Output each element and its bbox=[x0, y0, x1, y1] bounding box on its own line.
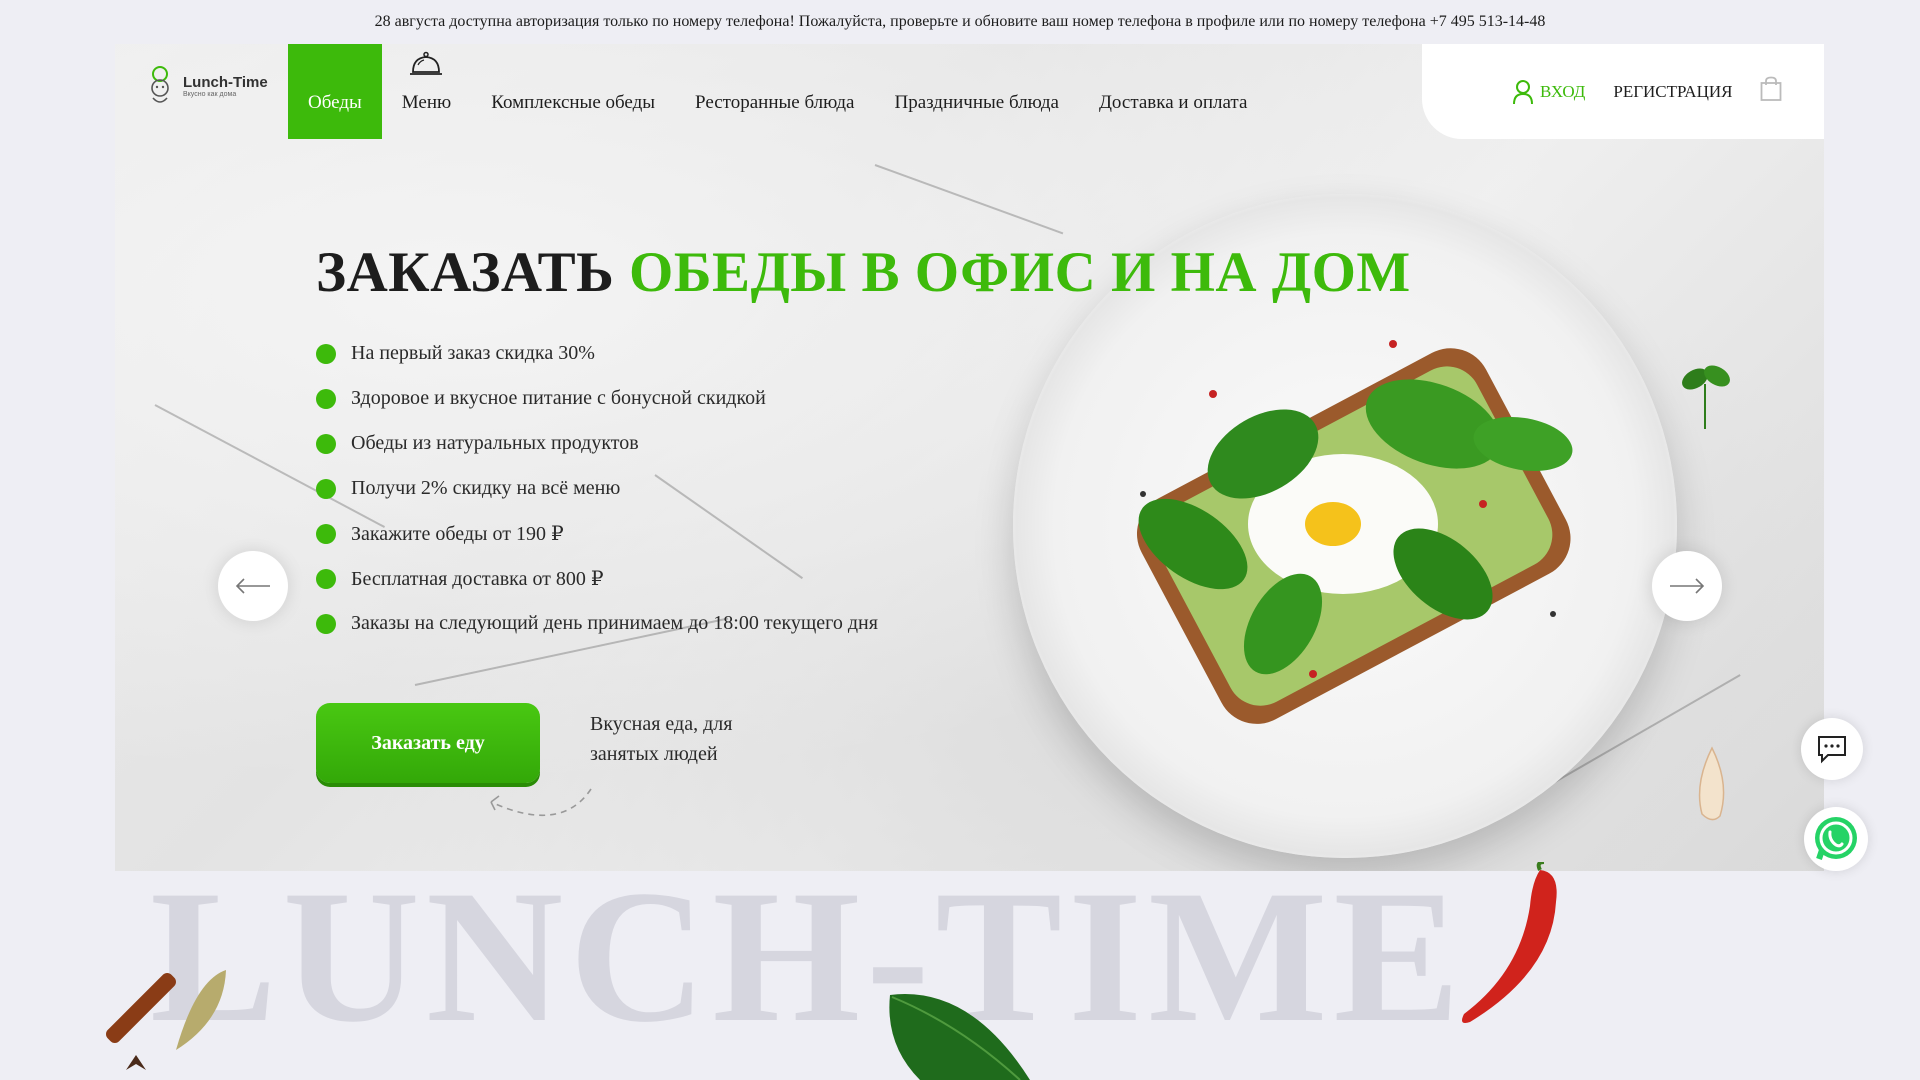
hero-section: Lunch-Time Вкусно как дома Обеды Меню Ко… bbox=[115, 44, 1824, 871]
cloche-icon bbox=[410, 51, 443, 75]
nav-item-menu[interactable]: Меню bbox=[382, 44, 471, 139]
garlic-icon bbox=[1698, 746, 1725, 821]
feature-text: Заказы на следующий день принимаем до 18… bbox=[351, 612, 878, 634]
login-link[interactable]: ВХОД bbox=[1512, 79, 1585, 105]
nav-item-holiday-dishes[interactable]: Праздничные блюда bbox=[874, 44, 1079, 139]
register-link[interactable]: РЕГИСТРАЦИЯ bbox=[1613, 82, 1732, 102]
feature-text: На первый заказ скидка 30% bbox=[351, 342, 595, 364]
feature-text: Закажите обеды от 190 ₽ bbox=[351, 523, 564, 545]
nav-label: Ресторанные блюда bbox=[695, 91, 855, 113]
hero-headline: ЗАКАЗАТЬ ОБЕДЫ В ОФИС И НА ДОМ bbox=[316, 240, 1411, 305]
chef-logo-icon bbox=[151, 66, 169, 103]
cinnamon-spices-icon bbox=[106, 970, 226, 1070]
order-food-button[interactable]: Заказать еду bbox=[316, 703, 540, 783]
nav-label: Меню bbox=[401, 91, 452, 113]
feature-list: На первый заказ скидка 30% Здоровое и вк… bbox=[316, 331, 878, 646]
chat-button[interactable] bbox=[1801, 718, 1863, 780]
chat-bubble-icon bbox=[1818, 736, 1846, 764]
bullet-dot-icon bbox=[316, 523, 336, 544]
feature-item: Получи 2% скидку на всё меню bbox=[316, 466, 878, 511]
nav-item-lunches[interactable]: Обеды bbox=[288, 44, 382, 139]
chili-pepper-icon bbox=[1462, 862, 1557, 1023]
logo-title: Lunch-Time bbox=[183, 74, 268, 91]
auth-panel: ВХОД РЕГИСТРАЦИЯ bbox=[1422, 44, 1824, 139]
feature-text: Получи 2% скидку на всё меню bbox=[351, 477, 621, 499]
bullet-dot-icon bbox=[316, 388, 336, 409]
curved-arrow-icon bbox=[490, 788, 592, 816]
arrow-left-icon bbox=[235, 578, 270, 594]
feature-text: Бесплатная доставка от 800 ₽ bbox=[351, 568, 604, 590]
feature-item: На первый заказ скидка 30% bbox=[316, 331, 878, 376]
feature-item: Обеды из натуральных продуктов bbox=[316, 421, 878, 466]
nav-item-restaurant-dishes[interactable]: Ресторанные блюда bbox=[675, 44, 874, 139]
feature-item: Здоровое и вкусное питание с бонусной ск… bbox=[316, 376, 878, 421]
green-leaf-icon bbox=[889, 994, 1030, 1080]
shopping-bag-icon bbox=[1761, 76, 1782, 101]
announcement-bar: 28 августа доступна авторизация только п… bbox=[374, 13, 1546, 30]
logo[interactable]: Lunch-Time Вкусно как дома bbox=[145, 64, 268, 108]
whatsapp-button[interactable] bbox=[1804, 807, 1868, 871]
nav-label: Праздничные блюда bbox=[894, 91, 1059, 113]
arrow-right-icon bbox=[1670, 578, 1705, 594]
bullet-dot-icon bbox=[316, 478, 336, 499]
nav-label: Доставка и оплата bbox=[1098, 91, 1248, 113]
nav-item-delivery[interactable]: Доставка и оплата bbox=[1079, 44, 1267, 139]
headline-green: ОБЕДЫ В ОФИС И НА ДОМ bbox=[629, 241, 1411, 304]
feature-item: Заказы на следующий день принимаем до 18… bbox=[316, 601, 878, 646]
user-icon bbox=[1513, 79, 1533, 104]
feature-text: Обеды из натуральных продуктов bbox=[351, 432, 639, 454]
logo-subtitle: Вкусно как дома bbox=[183, 91, 237, 98]
bullet-dot-icon bbox=[316, 343, 336, 364]
slider-next-button[interactable] bbox=[1652, 551, 1722, 621]
nav-label: Комплексные обеды bbox=[491, 91, 656, 113]
feature-item: Закажите обеды от 190 ₽ bbox=[316, 511, 878, 556]
feature-item: Бесплатная доставка от 800 ₽ bbox=[316, 556, 878, 601]
nav-label: Обеды bbox=[308, 91, 362, 113]
nav-item-complex-lunches[interactable]: Комплексные обеды bbox=[471, 44, 675, 139]
slider-prev-button[interactable] bbox=[218, 551, 288, 621]
headline-dark: ЗАКАЗАТЬ bbox=[316, 241, 615, 304]
cart-button[interactable] bbox=[1760, 76, 1782, 107]
whatsapp-icon bbox=[1815, 817, 1857, 860]
bullet-dot-icon bbox=[316, 433, 336, 454]
login-label: ВХОД bbox=[1540, 81, 1586, 101]
bullet-dot-icon bbox=[316, 613, 336, 634]
bullet-dot-icon bbox=[316, 568, 336, 589]
hero-tagline: Вкусная еда, для занятых людей bbox=[590, 713, 733, 765]
main-nav: Обеды Меню Комплексные обеды Ресторанные… bbox=[288, 44, 1267, 139]
parsley-icon bbox=[1682, 365, 1730, 429]
brand-watermark: LUNCH-TIME bbox=[150, 852, 1467, 1062]
feature-text: Здоровое и вкусное питание с бонусной ск… bbox=[351, 387, 766, 409]
